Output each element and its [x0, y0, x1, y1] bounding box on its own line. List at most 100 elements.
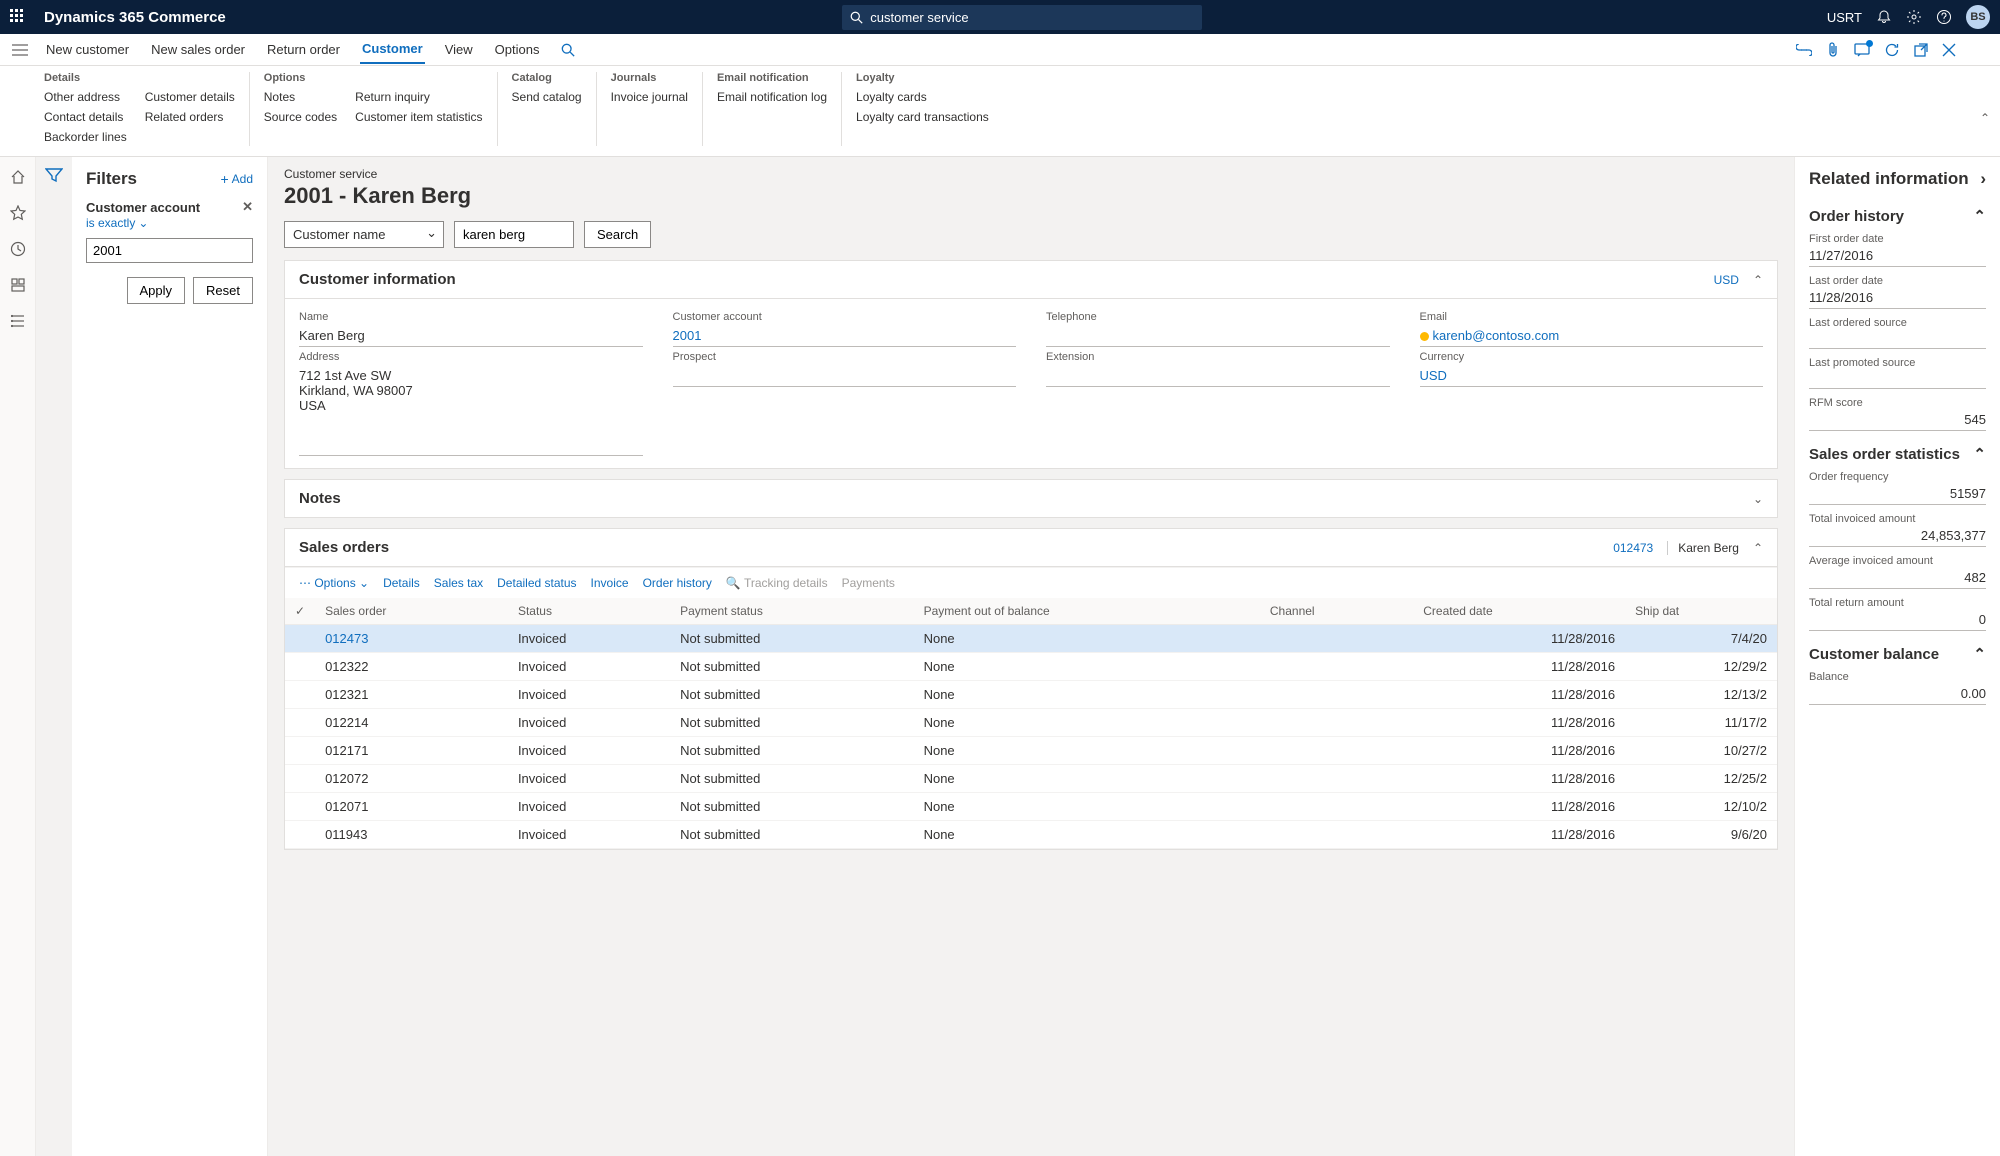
cmd-new-customer[interactable]: New customer [44, 36, 131, 63]
prospect-value [673, 365, 1017, 387]
cmd-new-sales-order[interactable]: New sales order [149, 36, 247, 63]
current-order-id[interactable]: 012473 [1613, 541, 1653, 555]
top-action-area: USRT BS [1827, 5, 1990, 29]
column-header[interactable]: Status [508, 598, 670, 625]
table-row[interactable]: 012321InvoicedNot submittedNone11/28/201… [285, 681, 1777, 709]
expand-icon[interactable]: ⌄ [1753, 492, 1763, 506]
star-icon[interactable] [10, 205, 26, 221]
company-code[interactable]: USRT [1827, 10, 1862, 25]
table-row[interactable]: 012171InvoicedNot submittedNone11/28/201… [285, 737, 1777, 765]
sales-orders-table: ✓Sales orderStatusPayment statusPayment … [285, 598, 1777, 849]
collapse-icon[interactable]: ⌃ [1753, 273, 1763, 287]
table-row[interactable]: 012071InvoicedNot submittedNone11/28/201… [285, 793, 1777, 821]
table-row[interactable]: 012214InvoicedNot submittedNone11/28/201… [285, 709, 1777, 737]
customer-search-input[interactable] [454, 221, 574, 248]
help-icon[interactable] [1936, 9, 1952, 25]
app-launcher-icon[interactable] [10, 9, 26, 25]
sales-order-link[interactable]: 012473 [315, 625, 508, 653]
user-avatar[interactable]: BS [1966, 5, 1990, 29]
chevron-right-icon[interactable]: › [1980, 169, 1986, 189]
total-return-value: 0 [1809, 609, 1986, 631]
table-row[interactable]: 012322InvoicedNot submittedNone11/28/201… [285, 653, 1777, 681]
ribbon-item[interactable]: Notes [264, 88, 337, 106]
filter-pane-toggle[interactable] [36, 157, 72, 1156]
ribbon-item[interactable]: Contact details [44, 108, 127, 126]
ribbon-item[interactable]: Email notification log [717, 88, 827, 106]
reset-button[interactable]: Reset [193, 277, 253, 304]
messages-icon[interactable] [1854, 43, 1870, 57]
options-menu[interactable]: ⋯ Options ⌄ [299, 576, 369, 590]
ribbon-item[interactable]: Related orders [145, 108, 235, 126]
ribbon-item[interactable]: Customer details [145, 88, 235, 106]
notes-card: Notes ⌄ [284, 479, 1778, 518]
collapse-icon[interactable]: ⌃ [1973, 207, 1986, 225]
apply-button[interactable]: Apply [127, 277, 186, 304]
column-header[interactable]: Channel [1260, 598, 1413, 625]
remove-filter-icon[interactable]: ✕ [242, 199, 253, 215]
collapse-icon[interactable]: ⌃ [1753, 541, 1763, 555]
invoice-link[interactable]: Invoice [591, 576, 629, 590]
settings-icon[interactable] [1906, 9, 1922, 25]
detailed-status-link[interactable]: Detailed status [497, 576, 576, 590]
details-link[interactable]: Details [383, 576, 420, 590]
customer-account-value[interactable]: 2001 [673, 325, 1017, 347]
action-bar-right [1796, 42, 1956, 58]
search-button[interactable]: Search [584, 221, 651, 248]
recent-icon[interactable] [10, 241, 26, 257]
table-row[interactable]: 012072InvoicedNot submittedNone11/28/201… [285, 765, 1777, 793]
cmd-options[interactable]: Options [493, 36, 542, 63]
ribbon-item[interactable]: Invoice journal [611, 88, 688, 106]
ribbon-item[interactable]: Backorder lines [44, 128, 127, 146]
email-value[interactable]: karenb@contoso.com [1420, 325, 1764, 347]
app-title: Dynamics 365 Commerce [44, 9, 226, 26]
add-filter-button[interactable]: +Add [220, 171, 253, 187]
attach-icon[interactable] [1826, 42, 1840, 58]
workspace-icon[interactable] [10, 277, 26, 293]
filter-value-input[interactable] [86, 238, 253, 263]
action-search-icon[interactable] [559, 37, 577, 63]
extension-value [1046, 365, 1390, 387]
cmd-view[interactable]: View [443, 36, 475, 63]
column-header[interactable]: Sales order [315, 598, 508, 625]
collapse-icon[interactable]: ⌃ [1973, 445, 1986, 463]
search-by-select[interactable]: Customer name [284, 221, 444, 248]
ribbon-item[interactable]: Loyalty cards [856, 88, 989, 106]
collapse-icon[interactable]: ⌃ [1973, 645, 1986, 663]
column-header[interactable]: Ship dat [1625, 598, 1777, 625]
link-icon[interactable] [1796, 44, 1812, 56]
ribbon-item[interactable]: Source codes [264, 108, 337, 126]
select-all-header[interactable]: ✓ [285, 598, 315, 625]
home-icon[interactable] [10, 169, 26, 185]
column-header[interactable]: Payment status [670, 598, 913, 625]
currency-value[interactable]: USD [1420, 365, 1764, 387]
filters-title: Filters [86, 169, 137, 189]
ribbon-item[interactable]: Customer item statistics [355, 108, 482, 126]
column-header[interactable]: Created date [1413, 598, 1625, 625]
related-title: Related information [1809, 169, 1969, 189]
filter-operator[interactable]: is exactly⌄ [86, 216, 148, 230]
notifications-icon[interactable] [1876, 9, 1892, 25]
modules-icon[interactable] [10, 313, 26, 329]
global-search-input[interactable] [842, 5, 1202, 30]
ribbon-item[interactable]: Loyalty card transactions [856, 108, 989, 126]
cmd-customer[interactable]: Customer [360, 35, 425, 64]
ribbon-item[interactable]: Other address [44, 88, 127, 106]
sales-tax-link[interactable]: Sales tax [434, 576, 483, 590]
ribbon-item[interactable]: Send catalog [512, 88, 582, 106]
rfm-value: 545 [1809, 409, 1986, 431]
order-freq-value: 51597 [1809, 483, 1986, 505]
currency-indicator[interactable]: USD [1714, 273, 1739, 287]
payments-link: Payments [842, 576, 895, 590]
refresh-icon[interactable] [1884, 42, 1900, 58]
close-icon[interactable] [1942, 43, 1956, 57]
search-icon [850, 11, 863, 24]
ribbon-item[interactable]: Return inquiry [355, 88, 482, 106]
order-history-link[interactable]: Order history [643, 576, 712, 590]
table-row[interactable]: 011943InvoicedNot submittedNone11/28/201… [285, 821, 1777, 849]
popout-icon[interactable] [1914, 43, 1928, 57]
column-header[interactable]: Payment out of balance [914, 598, 1260, 625]
hamburger-icon[interactable] [12, 44, 28, 56]
cmd-return-order[interactable]: Return order [265, 36, 342, 63]
table-row[interactable]: 012473InvoicedNot submittedNone11/28/201… [285, 625, 1777, 653]
ribbon-collapse-icon[interactable]: ⌃ [1980, 111, 1990, 125]
